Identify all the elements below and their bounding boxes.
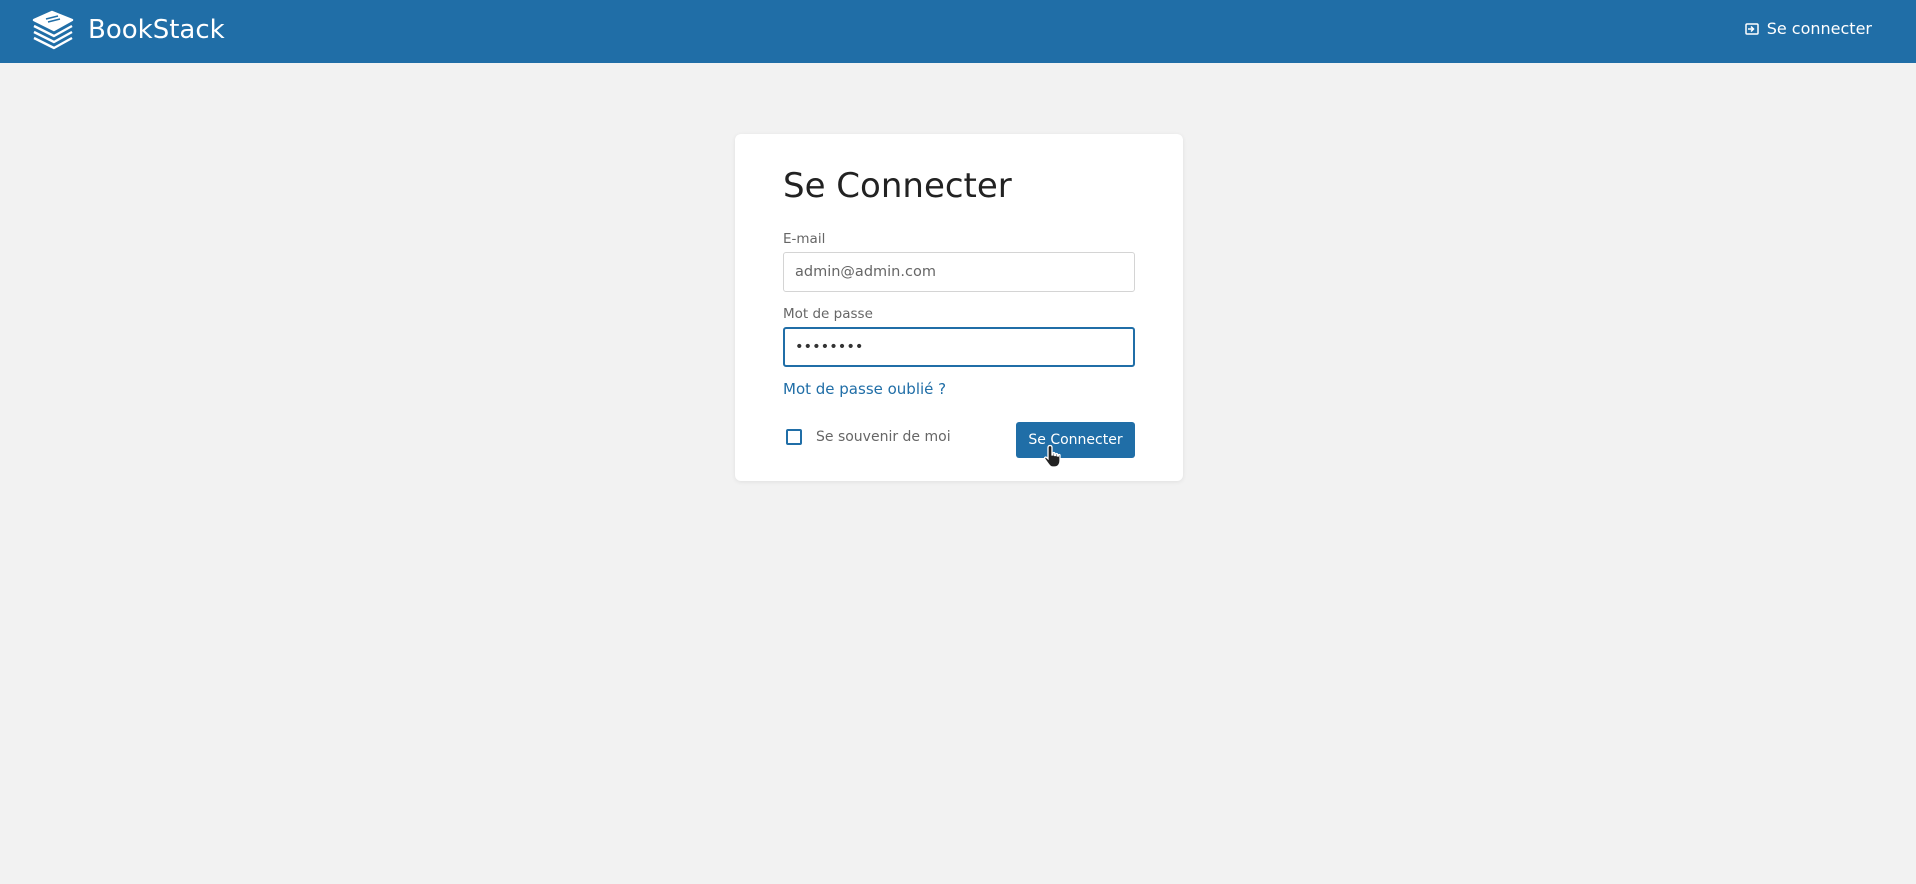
remember-me-label: Se souvenir de moi xyxy=(816,429,951,445)
login-submit-button[interactable]: Se Connecter xyxy=(1016,422,1135,458)
bookstack-logo-icon[interactable] xyxy=(32,10,74,50)
page-title: Se Connecter xyxy=(783,166,1012,206)
password-label: Mot de passe xyxy=(783,306,873,322)
header-login-link[interactable]: Se connecter xyxy=(1744,19,1872,38)
login-card: Se Connecter E-mail Mot de passe Mot de … xyxy=(735,134,1183,481)
top-header: BookStack Se connecter xyxy=(0,0,1916,63)
checkbox-box[interactable] xyxy=(786,429,802,445)
remember-me-checkbox[interactable]: Se souvenir de moi xyxy=(786,429,951,445)
login-icon xyxy=(1744,22,1759,35)
header-login-label: Se connecter xyxy=(1766,19,1872,38)
email-field[interactable] xyxy=(783,252,1135,292)
forgot-password-link[interactable]: Mot de passe oublié ? xyxy=(783,380,946,398)
brand-name[interactable]: BookStack xyxy=(88,13,225,47)
password-field[interactable] xyxy=(783,327,1135,367)
email-label: E-mail xyxy=(783,231,826,247)
